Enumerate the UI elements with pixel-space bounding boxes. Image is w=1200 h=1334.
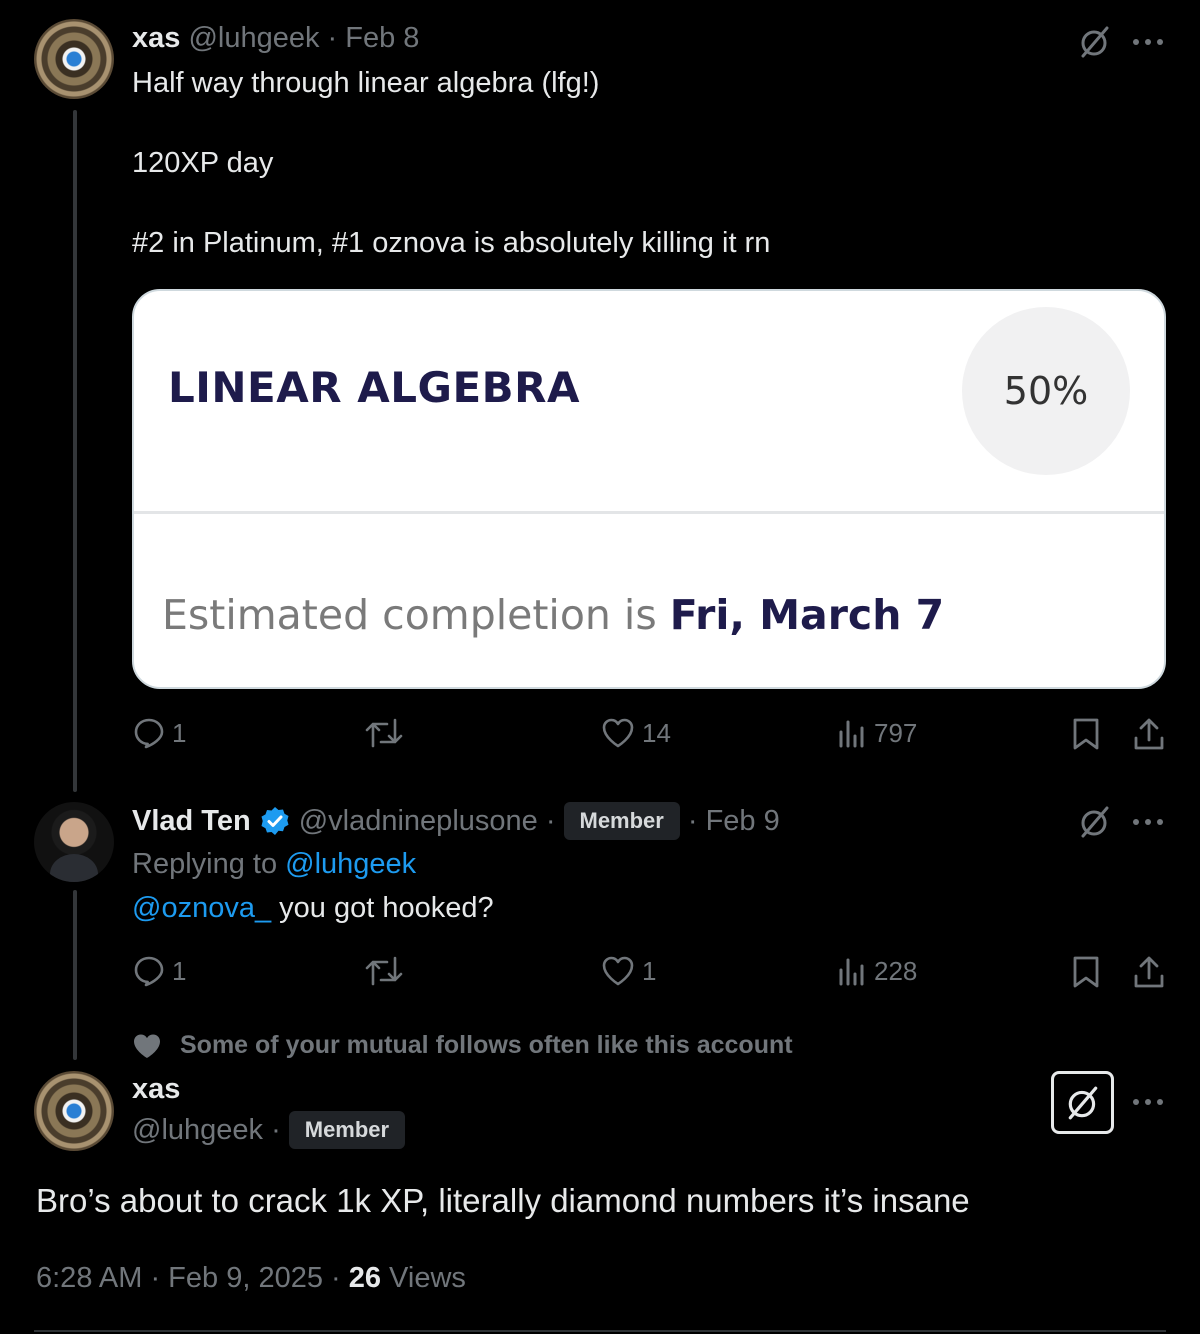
more-icon[interactable]	[1128, 22, 1168, 62]
like-button[interactable]: 14	[600, 716, 671, 750]
thread-line	[73, 890, 77, 1060]
member-badge: Member	[563, 802, 680, 840]
bookmark-icon	[1073, 956, 1099, 988]
share-button[interactable]	[1132, 716, 1166, 752]
like-icon	[602, 956, 634, 986]
tweet-text-line: Half way through linear algebra (lfg!)	[132, 67, 600, 99]
tweet-header: @luhgeek · Member	[132, 1111, 406, 1149]
replying-prefix: Replying to	[132, 848, 286, 880]
tweet-text-line: #2 in Platinum, #1 oznova is absolutely …	[132, 227, 771, 259]
tweet-text-line: 120XP day	[132, 147, 274, 179]
retweet-button[interactable]	[364, 716, 404, 750]
tweet-meta: 6:28 AM · Feb 9, 2025 · 26 Views	[36, 1262, 466, 1295]
like-button[interactable]: 1	[600, 954, 656, 988]
view-count: 228	[874, 955, 918, 986]
avatar[interactable]	[34, 1071, 114, 1151]
bookmark-button[interactable]	[1070, 954, 1102, 990]
progress-percent: 50%	[1003, 369, 1089, 413]
like-count: 1	[642, 955, 657, 986]
share-button[interactable]	[1132, 954, 1166, 990]
avatar[interactable]	[34, 19, 114, 99]
reply-icon	[134, 718, 164, 749]
more-icon[interactable]	[1128, 802, 1168, 842]
reply-count: 1	[172, 717, 187, 748]
author-handle[interactable]: @luhgeek	[188, 22, 319, 54]
view-count: 797	[874, 717, 918, 748]
replying-handle[interactable]: @luhgeek	[285, 848, 416, 880]
reply-count: 1	[172, 955, 187, 986]
bookmark-icon	[1073, 718, 1099, 750]
bookmark-button[interactable]	[1070, 716, 1102, 752]
like-count: 14	[642, 717, 671, 748]
views-count: 26	[348, 1262, 381, 1294]
grok-icon[interactable]	[1074, 802, 1116, 842]
avatar-body	[50, 854, 98, 882]
views-button[interactable]: 797	[836, 716, 917, 750]
reply-icon	[134, 956, 164, 987]
completion-date: Fri, March 7	[669, 591, 945, 639]
reply-button[interactable]: 1	[132, 716, 186, 750]
reply-button[interactable]: 1	[132, 954, 186, 988]
more-icon[interactable]	[1128, 1082, 1168, 1122]
divider	[134, 511, 1164, 514]
author-name[interactable]: Vlad Ten	[132, 805, 251, 838]
share-icon	[1134, 956, 1164, 988]
progress-circle: 50%	[962, 307, 1130, 475]
views-icon	[839, 720, 864, 748]
completion-prefix: Estimated completion is	[162, 591, 670, 639]
tweet-timestamp[interactable]: 6:28 AM · Feb 9, 2025 ·	[36, 1262, 349, 1294]
author-handle[interactable]: @luhgeek ·	[132, 1114, 281, 1147]
retweet-button[interactable]	[364, 954, 404, 988]
views-icon	[839, 958, 864, 986]
avatar[interactable]	[34, 802, 114, 882]
completion-estimate: Estimated completion is Fri, March 7	[162, 591, 944, 639]
mention-link[interactable]: @oznova_	[132, 892, 271, 924]
views-label: Views	[381, 1262, 466, 1294]
social-context: Some of your mutual follows often like t…	[132, 1031, 793, 1060]
tweet-text: Bro’s about to crack 1k XP, literally di…	[36, 1182, 970, 1219]
divider	[34, 1330, 1166, 1332]
author-handle[interactable]: @vladnineplusone ·	[299, 805, 556, 838]
verified-badge-icon	[261, 807, 289, 835]
grok-icon[interactable]	[1051, 1071, 1114, 1134]
replying-to: Replying to @luhgeek	[132, 846, 416, 884]
member-badge: Member	[288, 1111, 406, 1149]
author-name[interactable]: xas	[132, 1073, 180, 1106]
thread-line	[73, 110, 77, 792]
media-card[interactable]: LINEAR ALGEBRA 50% Estimated completion …	[132, 289, 1166, 689]
retweet-icon	[365, 956, 403, 986]
views-button[interactable]: 228	[836, 954, 917, 988]
heart-icon	[134, 1034, 160, 1058]
course-title: LINEAR ALGEBRA	[168, 363, 580, 412]
like-icon	[602, 718, 634, 748]
tweet-date[interactable]: · Feb 9	[688, 805, 780, 838]
tweet-header: xas @luhgeek · Feb 8	[132, 22, 419, 55]
tweet-date[interactable]: · Feb 8	[328, 22, 420, 54]
tweet-header: Vlad Ten @vladnineplusone · Member · Feb…	[132, 802, 780, 840]
share-icon	[1134, 718, 1164, 750]
social-context-text: Some of your mutual follows often like t…	[180, 1031, 793, 1059]
tweet-text: @oznova_ you got hooked?	[132, 890, 494, 928]
grok-icon[interactable]	[1074, 22, 1116, 62]
tweet-body: you got hooked?	[271, 892, 494, 924]
author-name[interactable]: xas	[132, 22, 180, 54]
retweet-icon	[365, 718, 403, 748]
